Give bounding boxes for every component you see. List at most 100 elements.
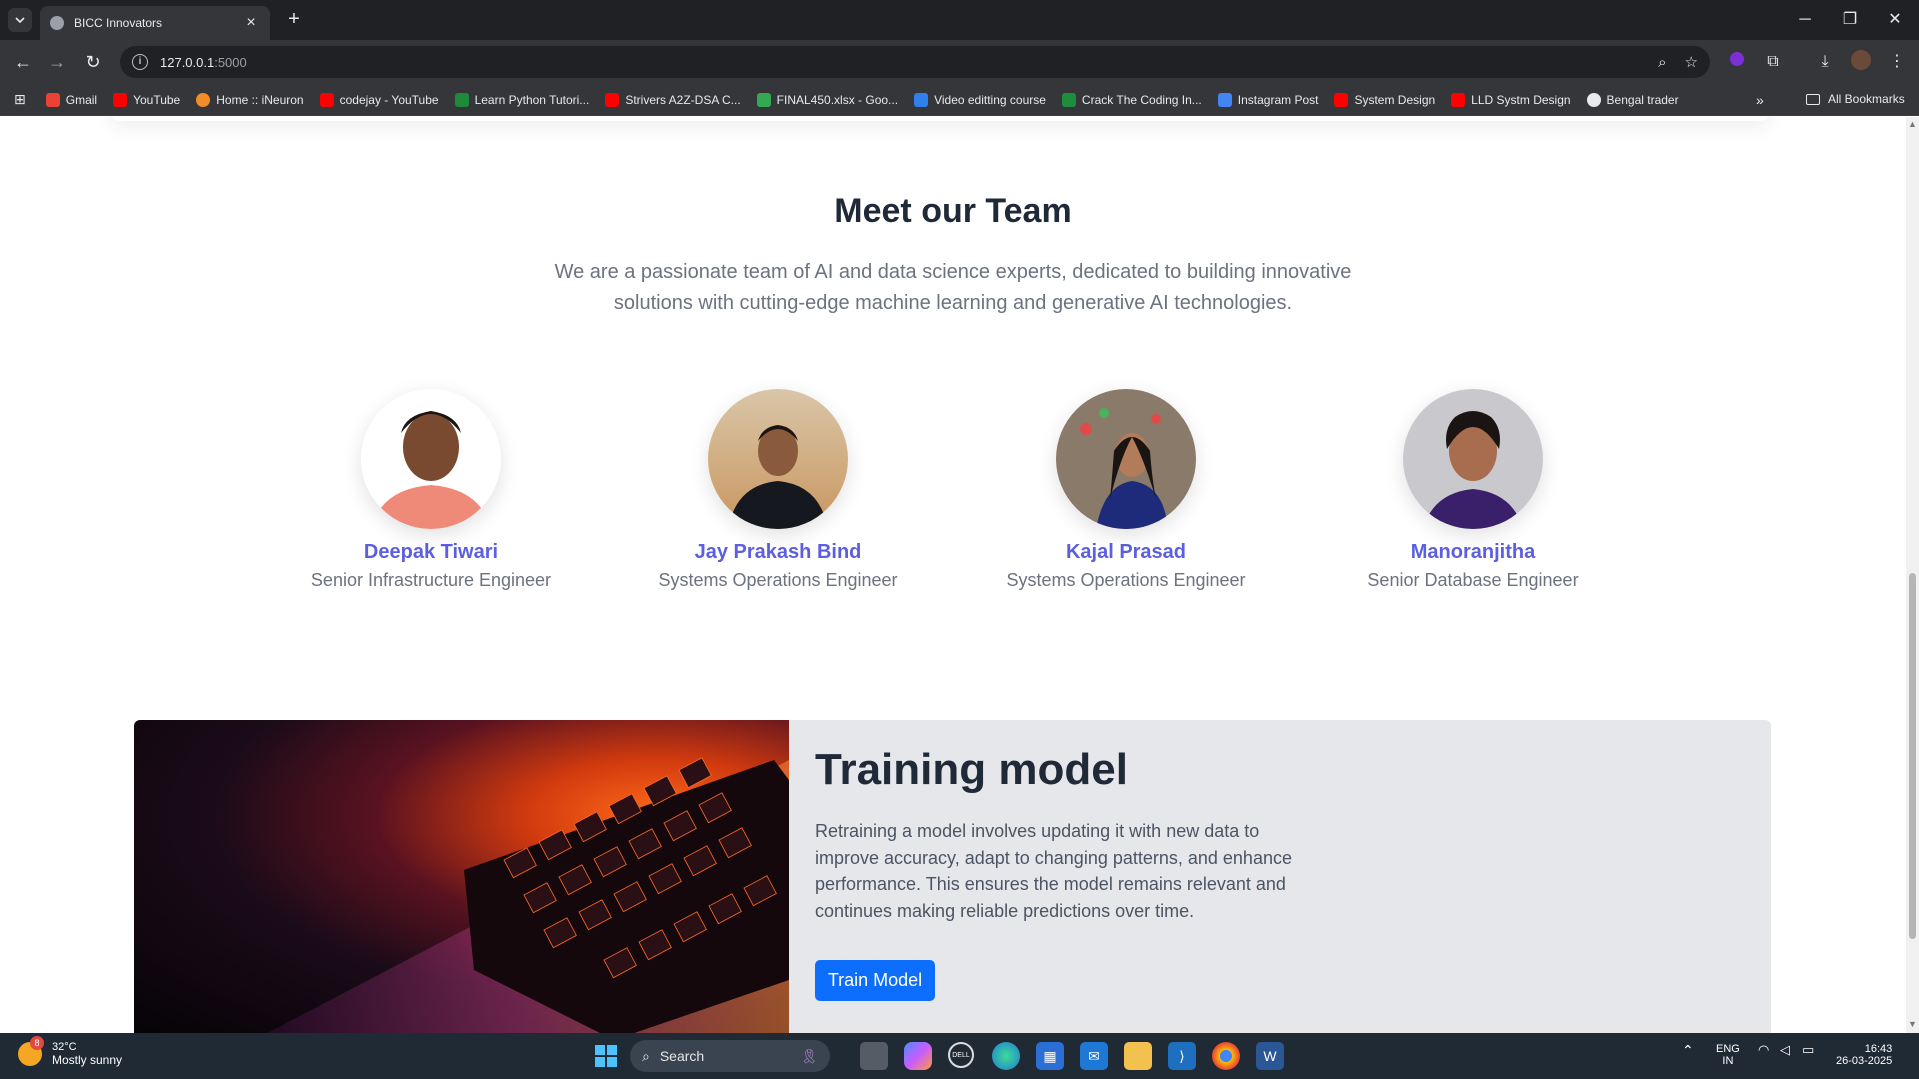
- profile-avatar[interactable]: [1848, 50, 1874, 74]
- coding-interview-icon: [1061, 92, 1076, 107]
- language-indicator[interactable]: ENG IN: [1716, 1043, 1740, 1067]
- tab-search-button[interactable]: [8, 8, 32, 32]
- bookmark-item[interactable]: FINAL450.xlsx - Goo...: [756, 92, 898, 107]
- laptop-keyboard-image: [134, 720, 789, 1033]
- navbar-shadow: [110, 117, 1770, 121]
- team-member-role: Senior Database Engineer: [1367, 570, 1579, 590]
- bookmark-item[interactable]: Crack The Coding In...: [1061, 92, 1202, 107]
- person-photo-icon: [708, 389, 848, 529]
- sun-icon: 8: [18, 1036, 44, 1066]
- all-bookmarks-button[interactable]: All Bookmarks: [1806, 92, 1905, 106]
- battery-icon[interactable]: ▭: [1802, 1042, 1814, 1058]
- store-icon[interactable]: ▦: [1036, 1042, 1064, 1070]
- tab-title: BICC Innovators: [74, 16, 163, 30]
- training-description: Retraining a model involves updating it …: [815, 821, 1292, 921]
- weather-widget[interactable]: 8 32°C Mostly sunny: [18, 1036, 122, 1067]
- wifi-icon[interactable]: ◠: [1758, 1042, 1769, 1058]
- globe-icon: [1586, 92, 1601, 107]
- download-icon[interactable]: ⤓: [1812, 50, 1838, 74]
- bookmark-item[interactable]: LLD Systm Design: [1451, 92, 1571, 107]
- scroll-up-arrow-icon[interactable]: ▲: [1908, 119, 1917, 129]
- team-member-photo: [708, 389, 848, 529]
- bookmark-item[interactable]: Instagram Post: [1217, 92, 1319, 107]
- team-member-name: Deepak Tiwari: [363, 541, 499, 563]
- team-member-photo: [361, 389, 501, 529]
- zoom-icon[interactable]: ⌕: [1658, 54, 1666, 71]
- clock-time: 16:43: [1864, 1043, 1893, 1055]
- bookmark-item[interactable]: System Design: [1334, 92, 1435, 107]
- bookmark-label: Home :: iNeuron: [216, 92, 304, 107]
- menu-kebab-icon[interactable]: ⋮: [1884, 50, 1910, 74]
- bookmark-item[interactable]: YouTube: [113, 92, 180, 107]
- team-member-role: Senior Infrastructure Engineer: [310, 570, 552, 590]
- video-course-icon: [914, 92, 929, 107]
- person-photo-icon: [361, 389, 501, 529]
- bookmark-item[interactable]: Bengal trader: [1586, 92, 1679, 107]
- language-code: ENG: [1716, 1043, 1740, 1055]
- restore-button[interactable]: ❐: [1830, 6, 1870, 34]
- forward-button[interactable]: →: [44, 50, 70, 74]
- active-tab[interactable]: BICC Innovators ×: [40, 6, 270, 40]
- bookmark-label: Gmail: [65, 92, 98, 107]
- team-section-description: We are a passionate team of AI and data …: [554, 261, 1352, 314]
- mail-icon[interactable]: ✉: [1080, 1042, 1108, 1070]
- copilot-icon[interactable]: [904, 1042, 932, 1070]
- vscode-icon[interactable]: ⟩: [1168, 1042, 1196, 1070]
- train-model-button[interactable]: Train Model: [815, 960, 935, 1001]
- back-button[interactable]: ←: [10, 50, 36, 74]
- taskbar-search[interactable]: ⌕ Search 🎗: [630, 1040, 830, 1072]
- page-scrollbar[interactable]: ▲ ▼: [1906, 117, 1919, 1033]
- site-info-icon[interactable]: i: [132, 54, 148, 70]
- team-member-name: Jay Prakash Bind: [694, 541, 862, 563]
- bookmark-item[interactable]: codejay - YouTube: [319, 92, 439, 107]
- address-bar[interactable]: i 127.0.0.1:5000 ⌕ ☆: [120, 46, 1710, 78]
- apps-grid-icon[interactable]: ⊞: [14, 91, 26, 108]
- extension-icon[interactable]: [1724, 50, 1750, 74]
- team-member-photo: [1403, 389, 1543, 529]
- extensions-puzzle-icon[interactable]: ⧉: [1760, 50, 1786, 74]
- windows-logo-icon: [595, 1045, 617, 1067]
- bookmark-label: Instagram Post: [1237, 92, 1319, 107]
- ineuron-icon: [196, 92, 211, 107]
- temperature-text: 32°C: [52, 1041, 77, 1053]
- tab-strip: BICC Innovators × + ─ ❐ ✕: [0, 0, 1919, 40]
- tray-overflow-chevron-icon[interactable]: ⌃: [1682, 1042, 1694, 1059]
- ribbon-icon: 🎗: [800, 1047, 818, 1064]
- windows-start-icon[interactable]: [592, 1042, 620, 1070]
- search-placeholder: Search: [659, 1048, 705, 1064]
- all-bookmarks-label: All Bookmarks: [1828, 92, 1905, 106]
- scrollbar-thumb[interactable]: [1909, 573, 1916, 939]
- chrome-icon[interactable]: [1212, 1042, 1240, 1070]
- url-port: :5000: [214, 54, 247, 70]
- training-title: Training model: [815, 745, 1128, 794]
- close-tab-icon[interactable]: ×: [242, 14, 260, 32]
- dell-icon[interactable]: DELL: [948, 1042, 974, 1068]
- word-icon[interactable]: W: [1256, 1042, 1284, 1070]
- bookmark-item[interactable]: Video editting course: [914, 92, 1046, 107]
- team-member-role: Systems Operations Engineer: [1006, 570, 1246, 590]
- edge-icon[interactable]: [992, 1042, 1020, 1070]
- url-text[interactable]: 127.0.0.1:5000: [160, 55, 1640, 70]
- chevron-down-icon: [15, 17, 25, 24]
- youtube-icon: [113, 92, 128, 107]
- minimize-button[interactable]: ─: [1785, 6, 1825, 34]
- person-photo-icon: [1403, 389, 1543, 529]
- team-section-title: Meet our Team: [834, 192, 1072, 230]
- close-window-button[interactable]: ✕: [1875, 6, 1915, 34]
- scroll-down-arrow-icon[interactable]: ▼: [1908, 1019, 1917, 1029]
- file-explorer-icon[interactable]: [1124, 1042, 1152, 1070]
- python-tutorial-icon: [454, 92, 469, 107]
- youtube-icon: [1451, 92, 1466, 107]
- bookmark-item[interactable]: Gmail: [45, 92, 98, 107]
- more-bookmarks-chevron-icon[interactable]: »: [1756, 92, 1764, 108]
- new-tab-button[interactable]: +: [282, 8, 306, 32]
- bookmark-star-icon[interactable]: ☆: [1685, 53, 1698, 71]
- volume-icon[interactable]: ◁: [1780, 1042, 1790, 1058]
- clock[interactable]: 16:43 26-03-2025: [1836, 1043, 1892, 1067]
- reload-button[interactable]: ↻: [80, 50, 106, 74]
- google-drive-icon: [1217, 92, 1232, 107]
- bookmark-item[interactable]: Home :: iNeuron: [196, 92, 304, 107]
- bookmark-item[interactable]: Learn Python Tutori...: [454, 92, 589, 107]
- bookmark-item[interactable]: Strivers A2Z-DSA C...: [605, 92, 741, 107]
- task-view-icon[interactable]: [860, 1042, 888, 1070]
